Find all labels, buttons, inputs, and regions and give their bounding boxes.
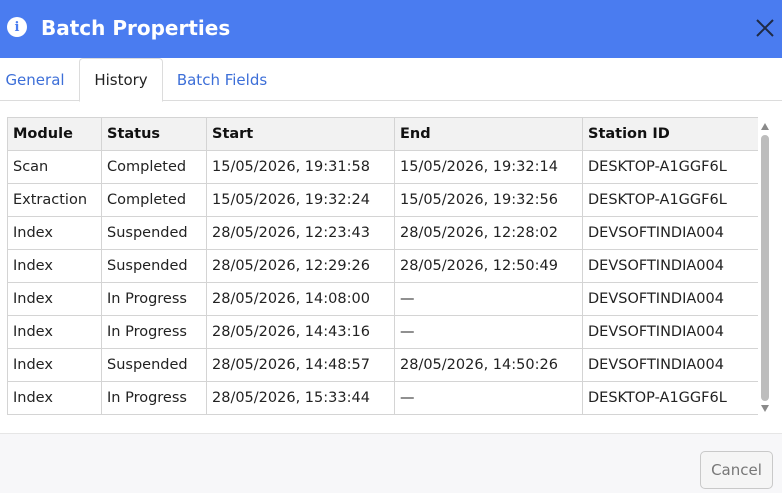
cell-start: 28/05/2026, 15:33:44 [206, 381, 395, 415]
column-header-status[interactable]: Status [101, 117, 207, 151]
table-row[interactable]: Index Suspended 28/05/2026, 12:23:43 28/05/… [7, 216, 758, 250]
table-row[interactable]: Extraction Completed 15/05/2026, 19:32:24 1… [7, 183, 758, 217]
cell-module: Index [7, 381, 102, 415]
tab-history[interactable]: History [79, 58, 163, 102]
close-icon [756, 19, 774, 37]
cell-status: In Progress [101, 381, 207, 415]
cell-module: Extraction [7, 183, 102, 217]
cell-module [7, 414, 102, 415]
cell-status: In Progress [101, 282, 207, 316]
table-row[interactable]: Index In Progress 28/05/2026, 15:33:44— DES… [7, 381, 758, 415]
column-header-end[interactable]: End [394, 117, 583, 151]
cell-start: 28/05/2026, 14:08:00 [206, 282, 395, 316]
history-grid: Module Status Start End Station ID Scan C… [7, 117, 758, 415]
cell-station-id [582, 414, 758, 415]
cell-status: Suspended [101, 216, 207, 250]
cell-station-id: DEVSOFTINDIA004 [582, 315, 758, 349]
dialog-titlebar: i Batch Properties [0, 0, 782, 58]
history-rows: Scan Completed 15/05/2026, 19:31:58 15/05/2… [7, 150, 758, 415]
table-row[interactable]: Scan Completed 15/05/2026, 19:31:58 15/05/2… [7, 150, 758, 184]
column-header-start[interactable]: Start [206, 117, 395, 151]
cell-end: — [394, 282, 583, 316]
dialog-title: Batch Properties [41, 16, 231, 40]
vertical-scrollbar[interactable] [758, 117, 773, 415]
cell-end: 28/05/2026, 12:28:02 [394, 216, 583, 250]
cell-status: Suspended [101, 249, 207, 283]
cell-start: 28/05/2026, 12:29:26 [206, 249, 395, 283]
cell-module: Index [7, 315, 102, 349]
table-row[interactable] [7, 414, 758, 415]
cell-module: Index [7, 348, 102, 382]
cell-module: Scan [7, 150, 102, 184]
scrollbar-thumb[interactable] [761, 135, 769, 401]
cell-start: 15/05/2026, 19:31:58 [206, 150, 395, 184]
table-row[interactable]: Index Suspended 28/05/2026, 14:48:57 28/05/… [7, 348, 758, 382]
cell-start [206, 414, 395, 415]
tab-bar: General History Batch Fields [0, 58, 782, 102]
table-row[interactable]: Index Suspended 28/05/2026, 12:29:26 28/05/… [7, 249, 758, 283]
cancel-button[interactable]: Cancel [700, 451, 773, 489]
tab-general[interactable]: General [0, 58, 70, 101]
dialog-footer: Cancel [0, 433, 782, 493]
column-header-station-id[interactable]: Station ID [582, 117, 758, 151]
cell-end: 28/05/2026, 12:50:49 [394, 249, 583, 283]
history-table: Module Status Start End Station ID Scan C… [7, 117, 758, 415]
cell-end [394, 414, 583, 415]
cell-status: In Progress [101, 315, 207, 349]
table-row[interactable]: Index In Progress 28/05/2026, 14:08:00— DEV… [7, 282, 758, 316]
cell-status: Completed [101, 183, 207, 217]
scroll-up-arrow-icon[interactable] [761, 123, 769, 130]
cell-end: — [394, 315, 583, 349]
cell-module: Index [7, 249, 102, 283]
column-header-module[interactable]: Module [7, 117, 102, 151]
cell-module: Index [7, 216, 102, 250]
cell-status [101, 414, 207, 415]
cell-module: Index [7, 282, 102, 316]
cell-end: — [394, 381, 583, 415]
cell-end: 15/05/2026, 19:32:14 [394, 150, 583, 184]
info-icon: i [7, 17, 27, 37]
cell-start: 28/05/2026, 14:43:16 [206, 315, 395, 349]
table-row[interactable]: Index In Progress 28/05/2026, 14:43:16— DEV… [7, 315, 758, 349]
scroll-down-arrow-icon[interactable] [761, 405, 769, 412]
cell-station-id: DEVSOFTINDIA004 [582, 282, 758, 316]
table-header-row: Module Status Start End Station ID [7, 117, 758, 151]
tab-batch-fields[interactable]: Batch Fields [170, 58, 274, 101]
cell-station-id: DESKTOP-A1GGF6L [582, 183, 758, 217]
cell-status: Suspended [101, 348, 207, 382]
cell-station-id: DEVSOFTINDIA004 [582, 216, 758, 250]
cell-station-id: DESKTOP-A1GGF6L [582, 150, 758, 184]
close-button[interactable] [752, 15, 778, 41]
cell-station-id: DESKTOP-A1GGF6L [582, 381, 758, 415]
cell-end: 28/05/2026, 14:50:26 [394, 348, 583, 382]
cell-start: 28/05/2026, 14:48:57 [206, 348, 395, 382]
cell-status: Completed [101, 150, 207, 184]
cell-station-id: DEVSOFTINDIA004 [582, 348, 758, 382]
cell-start: 28/05/2026, 12:23:43 [206, 216, 395, 250]
cell-end: 15/05/2026, 19:32:56 [394, 183, 583, 217]
cell-station-id: DEVSOFTINDIA004 [582, 249, 758, 283]
cell-start: 15/05/2026, 19:32:24 [206, 183, 395, 217]
